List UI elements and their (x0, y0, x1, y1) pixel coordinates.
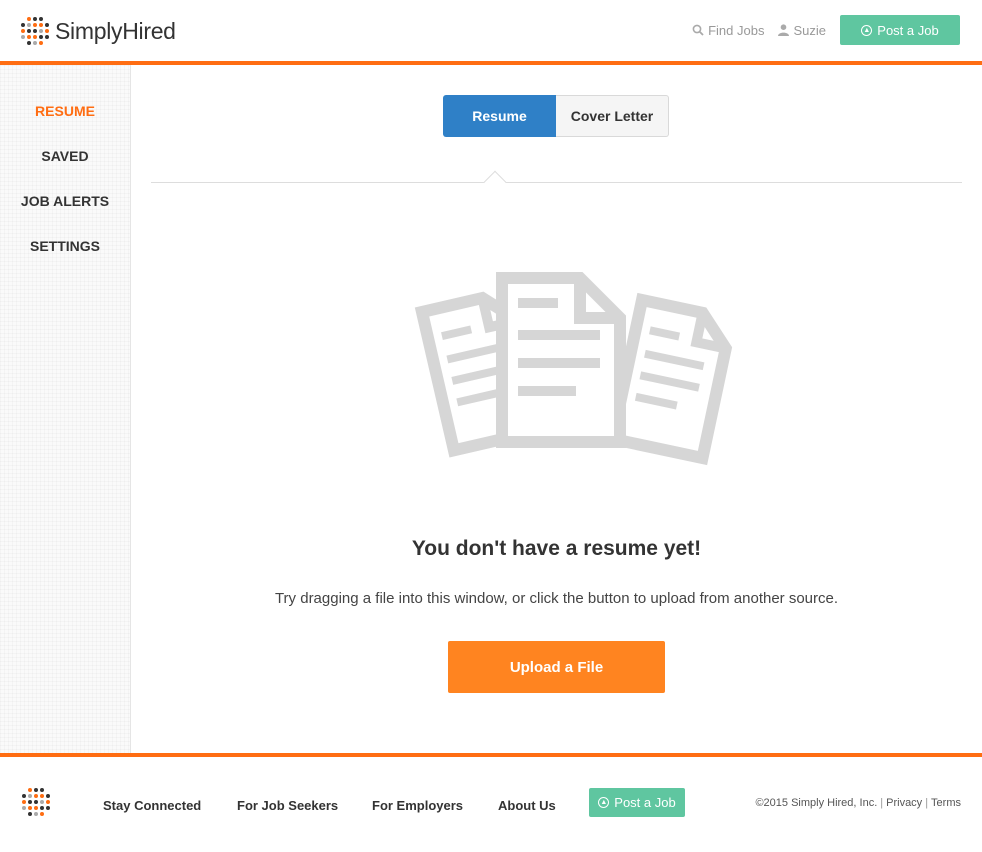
logo-dot (28, 806, 32, 810)
search-icon (692, 24, 704, 36)
logo-dot (33, 17, 37, 21)
logo-dot (21, 23, 25, 27)
logo-dot (21, 35, 25, 39)
header-accent-bar (0, 61, 982, 65)
logo-dot (27, 23, 31, 27)
logo-dot (46, 800, 50, 804)
footer-link-about-us[interactable]: About Us (498, 798, 556, 813)
logo-dot (33, 23, 37, 27)
empty-state-title: You don't have a resume yet! (411, 537, 702, 560)
logo-dot (39, 23, 43, 27)
logo-dot (40, 800, 44, 804)
logo-dot (34, 812, 38, 816)
tab-cover-letter[interactable]: Cover Letter (556, 95, 669, 137)
arrow-up-circle-icon: ▲ (598, 797, 610, 808)
arrow-up-circle-icon: ▲ (861, 24, 873, 36)
upload-file-button[interactable]: Upload a File (448, 641, 665, 693)
footer-link-stay-connected[interactable]: Stay Connected (103, 798, 201, 813)
separator: | (880, 797, 884, 809)
logo-dot (46, 806, 50, 810)
logo-dot (34, 806, 38, 810)
footer-logo-icon[interactable] (22, 788, 50, 816)
footer-post-job-button[interactable]: ▲ Post a Job (589, 788, 685, 817)
logo-dot (34, 794, 38, 798)
copyright-text: ©2015 Simply Hired, Inc. (755, 797, 878, 809)
user-icon (778, 24, 790, 36)
header-nav: Find Jobs Suzie ▲ Post a Job (692, 15, 960, 45)
post-job-label: Post a Job (877, 22, 939, 38)
privacy-link[interactable]: Privacy (886, 797, 922, 809)
logo-dot (46, 794, 50, 798)
logo-dot (28, 812, 32, 816)
logo-dot (27, 17, 31, 21)
header: SimplyHired Find Jobs Suzie ▲ Post a Job (0, 0, 982, 61)
logo-dot (40, 806, 44, 810)
center-document-icon (496, 272, 626, 448)
post-job-button[interactable]: ▲ Post a Job (840, 15, 960, 45)
sidebar-item-resume[interactable]: RESUME (0, 103, 130, 119)
logo-dot (22, 806, 26, 810)
empty-state-description: Try dragging a file into this window, or… (274, 590, 839, 607)
document-tabs: Resume Cover Letter (443, 95, 669, 137)
logo-dot (27, 41, 31, 45)
separator: | (925, 797, 929, 809)
right-document-icon (605, 292, 733, 466)
footer-link-job-seekers[interactable]: For Job Seekers (237, 798, 338, 813)
footer-link-employers[interactable]: For Employers (372, 798, 463, 813)
sidebar-item-job-alerts[interactable]: JOB ALERTS (0, 193, 130, 209)
user-menu[interactable]: Suzie (778, 23, 826, 38)
logo-dot (28, 794, 32, 798)
find-jobs-link[interactable]: Find Jobs (692, 23, 764, 38)
terms-link[interactable]: Terms (931, 797, 961, 809)
sidebar-item-saved[interactable]: SAVED (0, 148, 130, 164)
brand-name: SimplyHired (55, 17, 176, 44)
sidebar: RESUME SAVED JOB ALERTS SETTINGS (0, 65, 131, 753)
logo-dot (40, 788, 44, 792)
logo-dot (22, 800, 26, 804)
logo-dot (39, 41, 43, 45)
logo-dot (21, 29, 25, 33)
logo-dot (28, 800, 32, 804)
logo-dot (45, 35, 49, 39)
logo-dots-icon (21, 17, 49, 45)
logo-dot (39, 29, 43, 33)
footer: Stay Connected For Job Seekers For Emplo… (0, 757, 982, 852)
logo-dot (27, 35, 31, 39)
tab-divider (151, 182, 962, 183)
logo-dot (40, 812, 44, 816)
find-jobs-label: Find Jobs (708, 22, 765, 38)
logo-dot (39, 17, 43, 21)
logo-dot (28, 788, 32, 792)
logo-dot (45, 23, 49, 27)
logo-dot (33, 29, 37, 33)
footer-legal: ©2015 Simply Hired, Inc. | Privacy | Terms (755, 797, 961, 809)
logo-dot (33, 41, 37, 45)
logo-dot (34, 788, 38, 792)
footer-post-job-label: Post a Job (614, 795, 676, 810)
logo-dot (40, 794, 44, 798)
documents-icon (414, 272, 733, 466)
logo-dot (34, 800, 38, 804)
logo-dot (22, 794, 26, 798)
logo-dot (45, 29, 49, 33)
tab-indicator-caret (483, 170, 507, 194)
sidebar-item-settings[interactable]: SETTINGS (0, 238, 130, 254)
logo-dot (33, 35, 37, 39)
user-name: Suzie (793, 22, 826, 38)
simplyhired-logo[interactable]: SimplyHired (21, 15, 176, 47)
tab-resume[interactable]: Resume (443, 95, 556, 137)
logo-dot (39, 35, 43, 39)
logo-dot (27, 29, 31, 33)
